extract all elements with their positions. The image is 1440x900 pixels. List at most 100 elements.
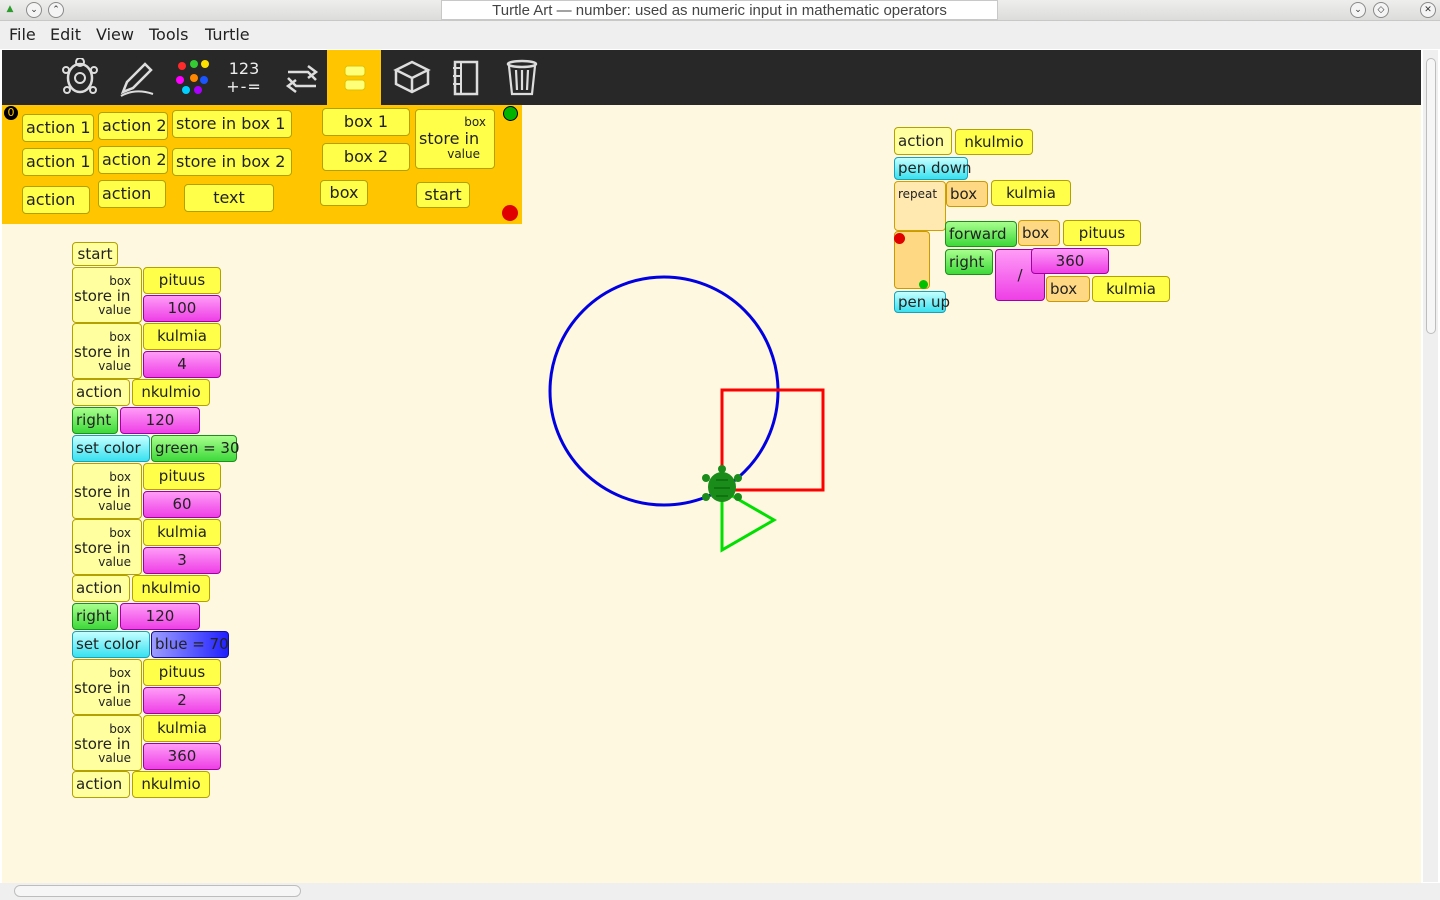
store-in-block[interactable]: box store in value xyxy=(72,659,142,715)
menu-view[interactable]: View xyxy=(96,25,134,44)
palette-action-stack-block[interactable]: action xyxy=(22,186,90,214)
close-button[interactable]: ✕ xyxy=(1420,2,1436,18)
proc-name-block[interactable]: nkulmio xyxy=(955,129,1033,155)
palette-storeinbox1-block[interactable]: store in box 1 xyxy=(172,110,292,138)
menu-turtle[interactable]: Turtle xyxy=(205,25,250,44)
window-menu-button[interactable]: ⌄ xyxy=(26,2,42,18)
forward-block[interactable]: forward xyxy=(945,221,1017,247)
colors-palette-button[interactable] xyxy=(164,50,216,105)
menu-edit[interactable]: Edit xyxy=(50,25,81,44)
palette-box-block[interactable]: box xyxy=(320,180,368,206)
next-palette-icon[interactable] xyxy=(503,106,518,121)
proc-action-block[interactable]: action xyxy=(894,127,952,155)
extras-palette-button[interactable] xyxy=(384,50,436,105)
forward-box-name-block[interactable]: pituus xyxy=(1063,220,1141,246)
action-block[interactable]: action xyxy=(72,771,130,798)
collapse-icon[interactable] xyxy=(894,233,905,244)
turtle-palette-button[interactable] xyxy=(54,50,106,105)
vertical-scrollbar-thumb[interactable] xyxy=(1426,58,1436,334)
store-box-label: box xyxy=(109,274,131,288)
palette-action2-block[interactable]: action 2 xyxy=(98,112,168,140)
box-name-block[interactable]: pituus xyxy=(143,463,221,490)
box-name-block[interactable]: pituus xyxy=(143,659,221,686)
colors-icon xyxy=(176,60,209,94)
store-in-block[interactable]: box store in value xyxy=(72,267,142,323)
pen-down-block[interactable]: pen down xyxy=(894,157,972,180)
number-block[interactable]: 360 xyxy=(143,743,221,770)
blocks-palette-button[interactable] xyxy=(327,50,381,105)
store-in-block[interactable]: box store in value xyxy=(72,519,142,575)
number-block[interactable]: 120 xyxy=(120,603,200,630)
number-block[interactable]: 120 xyxy=(120,407,200,434)
store-in-block[interactable]: box store in value xyxy=(72,323,142,379)
action-name-block[interactable]: nkulmio xyxy=(132,575,210,602)
palette-storeinbox2-block[interactable]: store in box 2 xyxy=(172,148,292,176)
right-block[interactable]: right xyxy=(72,407,118,434)
action-name-block[interactable]: nkulmio xyxy=(132,771,210,798)
keep-above-button[interactable]: ⌃ xyxy=(48,2,64,18)
action-name-block[interactable]: nkulmio xyxy=(132,379,210,406)
set-color-block[interactable]: set color xyxy=(72,435,150,462)
repeat-box-block[interactable]: box xyxy=(946,181,988,207)
store-box-label: box xyxy=(109,666,131,680)
set-color-block[interactable]: set color xyxy=(72,631,150,658)
palette-start-block[interactable]: start xyxy=(416,182,470,208)
right-block[interactable]: right xyxy=(945,249,993,275)
expand-icon[interactable] xyxy=(919,280,928,289)
action-block[interactable]: action xyxy=(72,575,130,602)
action-block[interactable]: action xyxy=(72,379,130,406)
palette-storein-block[interactable]: box store in value xyxy=(415,109,495,169)
extras-icon xyxy=(393,60,431,94)
app-icon: ▲ xyxy=(6,4,14,14)
divide-box-name-block[interactable]: kulmia xyxy=(1092,276,1170,302)
hide-palette-icon[interactable] xyxy=(502,205,518,221)
color-green-block[interactable]: green = 30 xyxy=(151,435,240,462)
repeat-block[interactable]: repeat xyxy=(894,181,946,231)
box-name-block[interactable]: kulmia xyxy=(143,323,221,350)
trash-button[interactable] xyxy=(494,50,546,105)
blocks-icon xyxy=(344,65,366,91)
flow-palette-button[interactable] xyxy=(274,50,326,105)
menu-file[interactable]: File xyxy=(9,25,36,44)
palette-action-block[interactable]: action xyxy=(98,180,166,208)
window-titlebar: ▲ ⌄ ⌃ Turtle Art — number: used as numer… xyxy=(0,0,1440,21)
palette-box2-block[interactable]: box 2 xyxy=(322,143,410,171)
palette-text-block[interactable]: text xyxy=(184,184,274,212)
divide-box-block[interactable]: box xyxy=(1046,276,1090,302)
numbers-palette-button[interactable]: 123 +-= xyxy=(219,50,271,105)
box-name-block[interactable]: kulmia xyxy=(143,519,221,546)
store-in-block[interactable]: box store in value xyxy=(72,715,142,771)
sensors-palette-button[interactable] xyxy=(439,50,491,105)
number-block[interactable]: 60 xyxy=(143,491,221,518)
number-block[interactable]: 4 xyxy=(143,351,221,378)
store-in-label: store in xyxy=(74,539,131,557)
minimize-button[interactable]: ⌄ xyxy=(1350,2,1366,18)
repeat-box-name-block[interactable]: kulmia xyxy=(991,180,1071,206)
horizontal-scrollbar-thumb[interactable] xyxy=(14,885,301,897)
number-block[interactable]: 100 xyxy=(143,295,221,322)
numbers-icon-bottom: +-= xyxy=(226,77,262,96)
orientation-icon[interactable]: 0 xyxy=(4,106,18,120)
store-in-label: store in xyxy=(74,735,131,753)
box-name-block[interactable]: kulmia xyxy=(143,715,221,742)
maximize-button[interactable]: ◇ xyxy=(1373,2,1389,18)
store-in-block[interactable]: box store in value xyxy=(72,463,142,519)
forward-box-block[interactable]: box xyxy=(1018,220,1060,246)
color-blue-block[interactable]: blue = 70 xyxy=(151,631,229,658)
palette-box1-block[interactable]: box 1 xyxy=(322,108,410,136)
palette-action2-block-2[interactable]: action 2 xyxy=(98,146,168,174)
pen-palette-button[interactable] xyxy=(109,50,161,105)
number-block[interactable]: 2 xyxy=(143,687,221,714)
start-block[interactable]: start xyxy=(72,242,118,266)
number-block[interactable]: 3 xyxy=(143,547,221,574)
box-name-block[interactable]: pituus xyxy=(143,267,221,294)
menu-tools[interactable]: Tools xyxy=(149,25,188,44)
number-block[interactable]: 360 xyxy=(1031,248,1109,274)
pen-up-block[interactable]: pen up xyxy=(894,291,950,313)
palette-action1-block-2[interactable]: action 1 xyxy=(22,148,94,176)
toolbar: 123 +-= xyxy=(2,50,1421,105)
window-title: Turtle Art — number: used as numeric inp… xyxy=(441,0,998,20)
store-value-label: value xyxy=(98,303,131,317)
palette-action1-block[interactable]: action 1 xyxy=(22,114,94,142)
right-block[interactable]: right xyxy=(72,603,118,630)
